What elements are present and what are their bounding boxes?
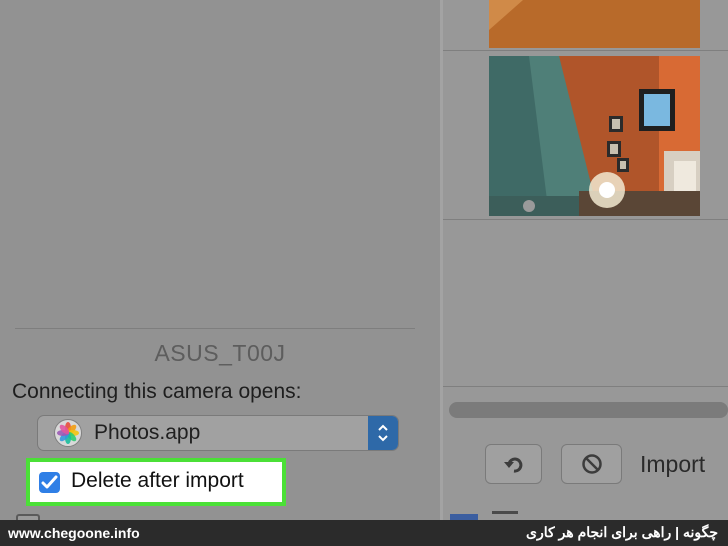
photo-thumbnail[interactable] bbox=[489, 0, 700, 48]
divider bbox=[443, 219, 728, 220]
device-name: ASUS_T00J bbox=[154, 340, 286, 366]
scrollbar[interactable] bbox=[449, 402, 728, 418]
delete-button[interactable] bbox=[561, 444, 622, 484]
connect-label: Connecting this camera opens: bbox=[12, 380, 302, 403]
import-button[interactable]: Import bbox=[640, 451, 705, 478]
divider bbox=[443, 50, 728, 51]
chevron-updown-icon bbox=[368, 416, 398, 450]
photo-thumbnail[interactable] bbox=[489, 56, 700, 216]
delete-after-import-option[interactable]: Delete after import bbox=[26, 458, 286, 506]
app-select[interactable]: Photos.app bbox=[37, 415, 399, 451]
divider bbox=[15, 328, 415, 329]
prohibited-icon bbox=[582, 454, 602, 474]
site-url: www.chegoone.info bbox=[8, 525, 140, 541]
site-brand: چگونه | راهی برای انجام هر کاری bbox=[526, 524, 718, 540]
app-select-value: Photos.app bbox=[94, 421, 201, 444]
watermark-footer: www.chegoone.info چگونه | راهی برای انجا… bbox=[0, 520, 728, 546]
divider bbox=[443, 386, 728, 387]
rotate-left-icon bbox=[504, 457, 523, 473]
delete-after-import-checkbox[interactable] bbox=[39, 472, 60, 493]
delete-after-import-label: Delete after import bbox=[71, 469, 244, 492]
photos-app-icon bbox=[54, 419, 82, 447]
rotate-button[interactable] bbox=[485, 444, 542, 484]
